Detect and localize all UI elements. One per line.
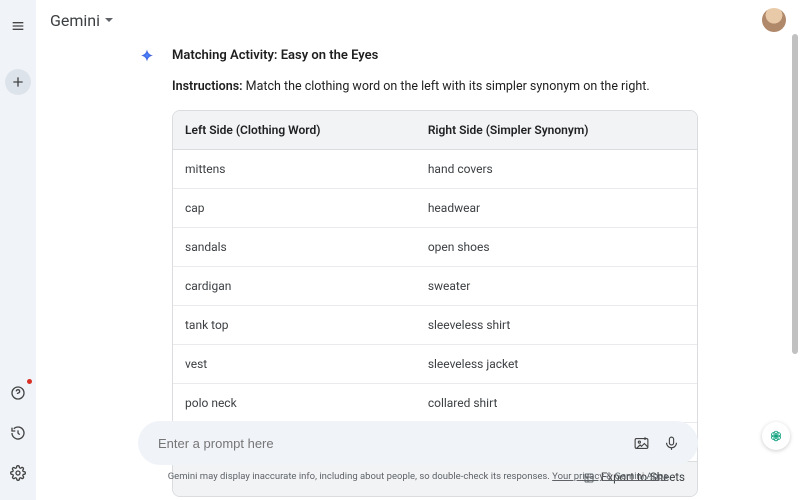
instructions: Instructions: Match the clothing word on… <box>172 78 698 97</box>
top-bar: Gemini <box>36 0 800 40</box>
disclaimer: Gemini may display inaccurate info, incl… <box>168 471 669 482</box>
left-rail <box>0 0 36 500</box>
table-row: tank topsleeveless shirt <box>173 306 697 345</box>
prompt-input[interactable] <box>158 436 626 451</box>
history-icon[interactable] <box>5 420 31 446</box>
disclaimer-text: Gemini may display inaccurate info, incl… <box>168 471 550 482</box>
chevron-down-icon <box>104 15 114 25</box>
table-row: vestsleeveless jacket <box>173 345 697 384</box>
avatar[interactable] <box>762 8 786 32</box>
instructions-text: Match the clothing word on the left with… <box>246 79 650 94</box>
extension-bubble[interactable] <box>762 422 790 450</box>
matching-table: Left Side (Clothing Word) Right Side (Si… <box>173 111 697 461</box>
prompt-composer[interactable] <box>138 421 698 465</box>
privacy-link[interactable]: Your privacy & Gemini Apps <box>552 471 668 482</box>
table-row: cardigansweater <box>173 267 697 306</box>
brand-dropdown[interactable]: Gemini <box>50 11 114 30</box>
settings-icon[interactable] <box>5 460 31 486</box>
activity-title: Matching Activity: Easy on the Eyes <box>172 46 698 66</box>
brand-label: Gemini <box>50 11 100 30</box>
table-row: sandalsopen shoes <box>173 228 697 267</box>
table-row: capheadwear <box>173 189 697 228</box>
instructions-label: Instructions: <box>172 79 243 94</box>
main-area: Gemini Matching Activity: Easy on the Ey… <box>36 0 800 500</box>
openai-knot-icon <box>768 428 784 444</box>
help-icon[interactable] <box>5 380 31 406</box>
table-row: polo neckcollared shirt <box>173 384 697 423</box>
mic-button[interactable] <box>656 428 686 458</box>
table-row: mittenshand covers <box>173 150 697 189</box>
scrollbar[interactable] <box>792 34 798 354</box>
table-header-right: Right Side (Simpler Synonym) <box>416 111 697 150</box>
table-header-left: Left Side (Clothing Word) <box>173 111 416 150</box>
add-image-button[interactable] <box>626 428 656 458</box>
menu-icon[interactable] <box>5 13 31 39</box>
new-chat-button[interactable] <box>5 69 31 95</box>
